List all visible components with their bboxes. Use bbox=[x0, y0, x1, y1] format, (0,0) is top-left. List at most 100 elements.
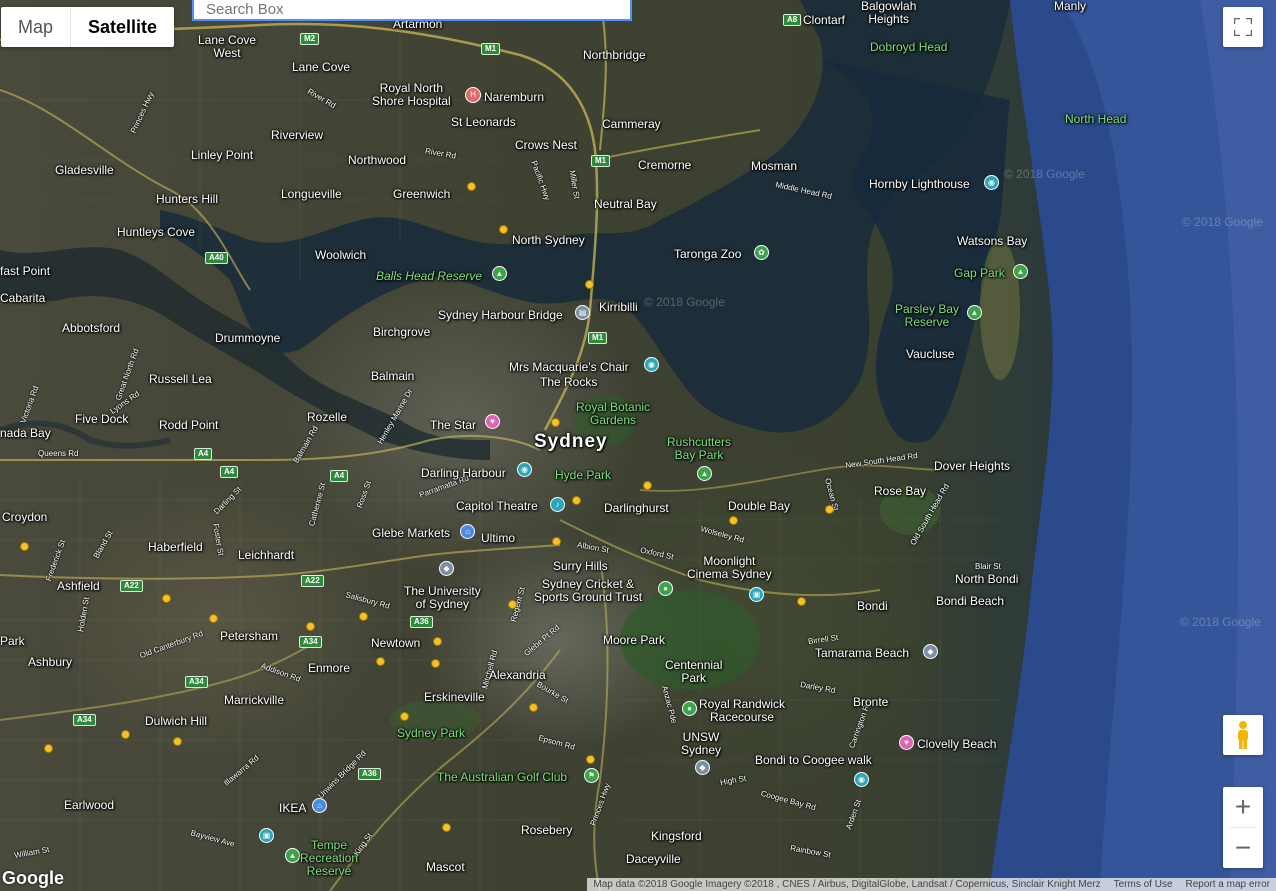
beach-icon[interactable]: ◆ bbox=[923, 644, 938, 659]
place-label[interactable]: Rushcutters Bay Park bbox=[667, 436, 731, 462]
terms-link[interactable]: Terms of Use bbox=[1106, 878, 1179, 891]
place-label[interactable]: Leichhardt bbox=[238, 549, 294, 562]
transit-stop[interactable] bbox=[173, 737, 182, 746]
place-label[interactable]: Royal Randwick Racecourse bbox=[699, 698, 785, 724]
map-type-satellite-button[interactable]: Satellite bbox=[70, 7, 174, 47]
school-icon[interactable]: ◆ bbox=[439, 561, 454, 576]
transit-stop[interactable] bbox=[586, 755, 595, 764]
place-label[interactable]: The Australian Golf Club bbox=[437, 771, 567, 784]
stadium-icon[interactable]: ● bbox=[658, 581, 673, 596]
transit-stop[interactable] bbox=[44, 744, 53, 753]
cinema-icon[interactable]: ▣ bbox=[749, 587, 764, 602]
map-data-attribution[interactable]: Map data ©2018 Google Imagery ©2018 , CN… bbox=[587, 878, 1107, 891]
shopping-icon[interactable]: ⌂ bbox=[312, 798, 327, 813]
place-label[interactable]: Neutral Bay bbox=[594, 198, 657, 211]
place-label[interactable]: Manly bbox=[1054, 0, 1086, 13]
place-label[interactable]: Glebe Markets bbox=[372, 527, 450, 540]
place-label[interactable]: Mascot bbox=[426, 861, 465, 874]
place-label[interactable]: Darlinghurst bbox=[604, 502, 669, 515]
zoom-in-button[interactable]: + bbox=[1223, 787, 1263, 827]
place-label[interactable]: Balls Head Reserve bbox=[376, 270, 482, 283]
place-label[interactable]: Greenwich bbox=[393, 188, 450, 201]
place-label[interactable]: Darling Harbour bbox=[421, 467, 506, 480]
racecourse-icon[interactable]: ● bbox=[682, 701, 697, 716]
place-label[interactable]: Linley Point bbox=[191, 149, 253, 162]
place-label[interactable]: Cammeray bbox=[602, 118, 661, 131]
place-label[interactable]: Taronga Zoo bbox=[674, 248, 741, 261]
place-label[interactable]: Rozelle bbox=[307, 411, 347, 424]
park-icon[interactable]: ▲ bbox=[967, 305, 982, 320]
camera-icon[interactable]: ◉ bbox=[854, 772, 869, 787]
transit-stop[interactable] bbox=[572, 496, 581, 505]
place-label[interactable]: Croydon bbox=[2, 511, 47, 524]
place-label[interactable]: Enmore bbox=[308, 662, 350, 675]
transit-stop[interactable] bbox=[508, 600, 517, 609]
transit-stop[interactable] bbox=[306, 622, 315, 631]
report-error-link[interactable]: Report a map error bbox=[1178, 878, 1276, 891]
place-label[interactable]: The Rocks bbox=[540, 376, 597, 389]
park-icon[interactable]: ▲ bbox=[697, 466, 712, 481]
place-label[interactable]: Vaucluse bbox=[906, 348, 954, 361]
place-label[interactable]: Longueville bbox=[281, 188, 342, 201]
place-label[interactable]: Royal Botanic Gardens bbox=[576, 401, 650, 427]
place-label[interactable]: Royal North Shore Hospital bbox=[372, 82, 451, 108]
place-label[interactable]: Newtown bbox=[371, 637, 420, 650]
hospital-icon[interactable]: H bbox=[465, 87, 481, 103]
place-label[interactable]: Sydney Harbour Bridge bbox=[438, 309, 563, 322]
theatre-icon[interactable]: ♪ bbox=[550, 497, 565, 512]
transit-stop[interactable] bbox=[729, 516, 738, 525]
place-label[interactable]: Bronte bbox=[853, 696, 888, 709]
place-label[interactable]: Dobroyd Head bbox=[870, 41, 947, 54]
place-label[interactable]: Daceyville bbox=[626, 853, 681, 866]
place-label[interactable]: Kirribilli bbox=[599, 301, 638, 314]
place-label[interactable]: nada Bay bbox=[0, 427, 51, 440]
place-label[interactable]: Double Bay bbox=[728, 500, 790, 513]
place-label[interactable]: Alexandria bbox=[489, 669, 546, 682]
camera-icon[interactable]: ◉ bbox=[984, 175, 999, 190]
place-label[interactable]: Tempe Recreation Reserve bbox=[300, 839, 358, 878]
place-label[interactable]: Five Dock bbox=[75, 413, 128, 426]
place-label[interactable]: Dulwich Hill bbox=[145, 715, 207, 728]
bridge-icon[interactable]: ▤ bbox=[575, 305, 590, 320]
place-label[interactable]: Northwood bbox=[348, 154, 406, 167]
place-label[interactable]: Balgowlah Heights bbox=[861, 0, 916, 26]
place-label[interactable]: Capitol Theatre bbox=[456, 500, 538, 513]
place-label[interactable]: Haberfield bbox=[148, 541, 203, 554]
transit-stop[interactable] bbox=[20, 542, 29, 551]
place-label[interactable]: North Head bbox=[1065, 113, 1126, 126]
place-label[interactable]: fast Point bbox=[0, 265, 50, 278]
satellite-map[interactable]: © 2018 Google © 2018 Google © 2018 Googl… bbox=[0, 0, 1276, 891]
place-label[interactable]: Sydney Park bbox=[397, 727, 465, 740]
place-label[interactable]: UNSW Sydney bbox=[681, 731, 721, 757]
place-label[interactable]: Moonlight Cinema Sydney bbox=[687, 555, 772, 581]
place-label[interactable]: Moore Park bbox=[603, 634, 665, 647]
place-label[interactable]: Rose Bay bbox=[874, 485, 926, 498]
place-label[interactable]: Gladesville bbox=[55, 164, 114, 177]
place-label[interactable]: Lane Cove bbox=[292, 61, 350, 74]
place-label[interactable]: Russell Lea bbox=[149, 373, 212, 386]
place-label[interactable]: Huntleys Cove bbox=[117, 226, 195, 239]
zoom-out-button[interactable]: − bbox=[1223, 828, 1263, 868]
transit-stop[interactable] bbox=[797, 597, 806, 606]
place-label[interactable]: IKEA bbox=[279, 802, 306, 815]
transit-stop[interactable] bbox=[442, 823, 451, 832]
google-logo[interactable]: Google bbox=[2, 868, 64, 889]
zoo-icon[interactable]: ✿ bbox=[754, 245, 769, 260]
transit-stop[interactable] bbox=[209, 614, 218, 623]
place-label[interactable]: Dover Heights bbox=[934, 460, 1010, 473]
transit-stop[interactable] bbox=[162, 594, 171, 603]
transit-stop[interactable] bbox=[467, 182, 476, 191]
golf-icon[interactable]: ⚑ bbox=[584, 768, 599, 783]
fullscreen-button[interactable] bbox=[1223, 7, 1263, 47]
park-icon[interactable]: ▲ bbox=[1013, 264, 1028, 279]
place-label[interactable]: Northbridge bbox=[583, 49, 646, 62]
place-label[interactable]: Earlwood bbox=[64, 799, 114, 812]
camera-icon[interactable]: ◉ bbox=[644, 357, 659, 372]
place-label[interactable]: Naremburn bbox=[484, 91, 544, 104]
place-label[interactable]: Parsley Bay Reserve bbox=[895, 303, 959, 329]
shopping-icon[interactable]: ⌂ bbox=[460, 524, 475, 539]
transit-stop[interactable] bbox=[376, 657, 385, 666]
place-label[interactable]: Lane Cove West bbox=[198, 34, 256, 60]
transit-stop[interactable] bbox=[643, 481, 652, 490]
place-label[interactable]: Cabarita bbox=[0, 292, 45, 305]
